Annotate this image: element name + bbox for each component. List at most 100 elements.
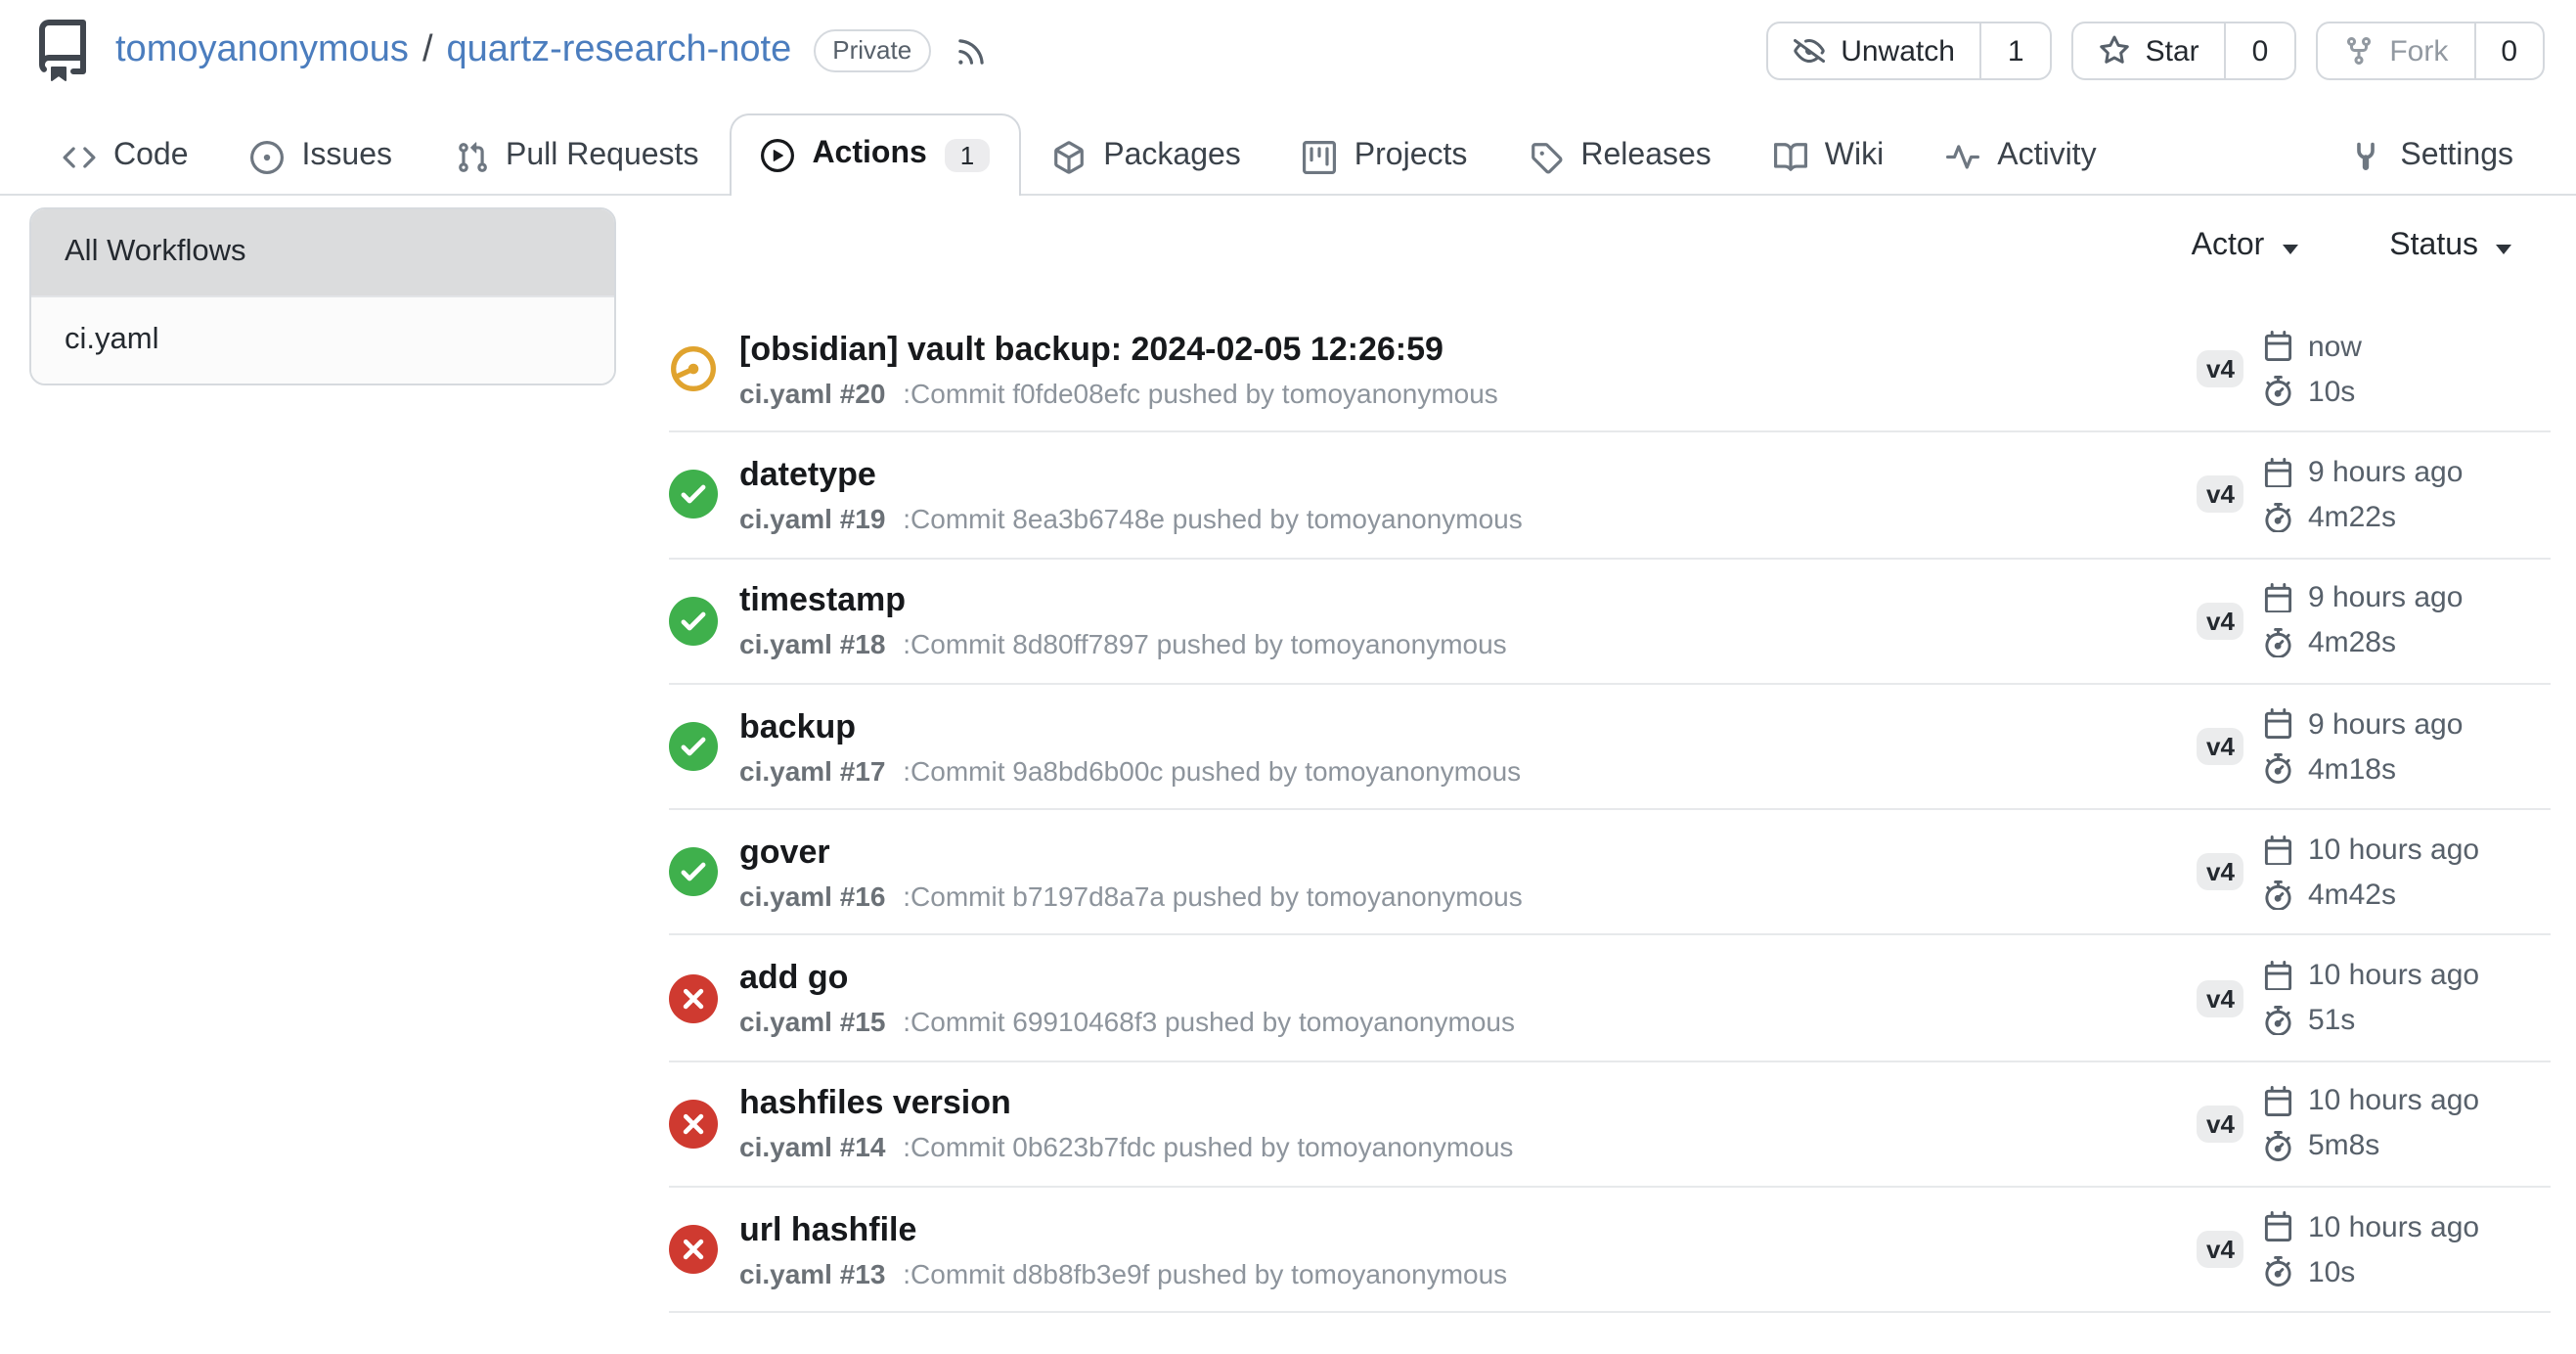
tab-pull-requests[interactable]: Pull Requests — [423, 115, 730, 196]
tab-releases[interactable]: Releases — [1498, 115, 1742, 196]
github-actions-page: tomoyanonymous / quartz-research-note Pr… — [0, 0, 2576, 1354]
run-workflow-ref[interactable]: ci.yaml #17 — [739, 754, 885, 786]
run-subtitle: ci.yaml #13 :Commit d8b8fb3e9f pushed by… — [739, 1255, 2197, 1290]
repo-action-buttons: Unwatch 1 Star 0 Fork 0 — [1766, 22, 2545, 80]
run-duration-text: 10s — [2308, 1253, 2355, 1290]
run-subtitle: ci.yaml #19 :Commit 8ea3b6748e pushed by… — [739, 501, 2197, 536]
run-title-link[interactable]: timestamp — [739, 579, 2197, 620]
run-duration-text: 51s — [2308, 1002, 2355, 1039]
run-info: [obsidian] vault backup: 2024-02-05 12:2… — [739, 328, 2197, 410]
run-status-success-icon — [669, 596, 718, 645]
star-button[interactable]: Star — [2073, 23, 2225, 78]
run-times: now 10s — [2264, 328, 2362, 410]
unwatch-count[interactable]: 1 — [1980, 23, 2050, 78]
run-title-link[interactable]: gover — [739, 832, 2197, 873]
fork-button[interactable]: Fork — [2317, 23, 2473, 78]
tab-actions[interactable]: Actions 1 — [730, 113, 1021, 196]
run-subtitle: ci.yaml #20 :Commit f0fde08efc pushed by… — [739, 375, 2197, 410]
workflow-run-row: hashfiles version ci.yaml #14 :Commit 0b… — [669, 1062, 2551, 1189]
unwatch-button[interactable]: Unwatch — [1768, 23, 1980, 78]
tab-label: Actions — [812, 137, 926, 172]
rss-feed-icon[interactable] — [955, 34, 988, 68]
run-meta: v4 9 hours ago 4m18s — [2197, 705, 2551, 788]
run-workflow-ref[interactable]: ci.yaml #13 — [739, 1257, 885, 1288]
run-commit-description: :Commit 0b623b7fdc pushed by tomoyanonym… — [903, 1132, 1513, 1163]
star-icon — [2099, 35, 2130, 67]
fork-count[interactable]: 0 — [2473, 23, 2543, 78]
repo-tab-nav: Code Issues Pull Requests Actions 1 Pack… — [0, 102, 2576, 196]
run-meta: v4 9 hours ago 4m22s — [2197, 454, 2551, 536]
run-meta: v4 9 hours ago 4m28s — [2197, 579, 2551, 661]
button-label: Star — [2146, 34, 2199, 68]
run-duration-text: 4m42s — [2308, 877, 2396, 914]
run-status-success-icon — [669, 471, 718, 519]
run-title-link[interactable]: url hashfile — [739, 1208, 2197, 1249]
run-subtitle: ci.yaml #18 :Commit 8d80ff7897 pushed by… — [739, 626, 2197, 661]
stopwatch-icon — [2264, 628, 2294, 658]
actor-filter-dropdown[interactable]: Actor — [2192, 229, 2298, 264]
run-title-link[interactable]: hashfiles version — [739, 1083, 2197, 1124]
run-workflow-ref[interactable]: ci.yaml #16 — [739, 880, 885, 912]
run-info: backup ci.yaml #17 :Commit 9a8bd6b00c pu… — [739, 705, 2197, 788]
tab-issues[interactable]: Issues — [220, 115, 424, 196]
star-count[interactable]: 0 — [2225, 23, 2294, 78]
run-start-time: 9 hours ago — [2264, 454, 2463, 491]
run-start-time: 10 hours ago — [2264, 957, 2479, 994]
repo-forked-icon — [2342, 35, 2374, 67]
tab-settings[interactable]: Settings — [2318, 115, 2545, 196]
runner-version-badge: v4 — [2197, 979, 2244, 1016]
run-time-text: 9 hours ago — [2308, 579, 2463, 616]
run-duration: 4m28s — [2264, 624, 2463, 661]
repo-header: tomoyanonymous / quartz-research-note Pr… — [0, 0, 2576, 102]
button-label: Fork — [2389, 34, 2448, 68]
workflow-run-list: [obsidian] vault backup: 2024-02-05 12:2… — [669, 307, 2551, 1354]
run-title-link[interactable]: [obsidian] vault backup: 2024-02-05 12:2… — [739, 328, 2197, 369]
tab-label: Wiki — [1825, 139, 1884, 174]
run-time-text: now — [2308, 328, 2362, 365]
run-duration-text: 4m28s — [2308, 624, 2396, 661]
run-workflow-ref[interactable]: ci.yaml #20 — [739, 377, 885, 408]
workflow-run-row: add cache again v4 10 hours ago — [669, 1314, 2551, 1354]
stopwatch-icon — [2264, 1257, 2294, 1287]
wrench-icon — [2349, 140, 2382, 173]
run-title-link[interactable]: add go — [739, 957, 2197, 998]
run-status-success-icon — [669, 722, 718, 771]
package-icon — [1052, 140, 1086, 173]
run-subtitle: ci.yaml #15 :Commit 69910468f3 pushed by… — [739, 1004, 2197, 1039]
run-workflow-ref[interactable]: ci.yaml #19 — [739, 503, 885, 534]
run-duration: 10s — [2264, 373, 2362, 410]
run-commit-description: :Commit d8b8fb3e9f pushed by tomoyanonym… — [903, 1257, 1507, 1288]
run-meta: v4 10 hours ago 51s — [2197, 957, 2551, 1039]
run-duration-text: 5m8s — [2308, 1128, 2379, 1165]
tab-projects[interactable]: Projects — [1272, 115, 1499, 196]
run-start-time: 9 hours ago — [2264, 579, 2463, 616]
run-workflow-ref[interactable]: ci.yaml #14 — [739, 1132, 885, 1163]
run-start-time: 9 hours ago — [2264, 705, 2463, 743]
run-filters: Actor Status — [669, 221, 2551, 272]
run-title-link[interactable]: backup — [739, 705, 2197, 746]
tab-code[interactable]: Code — [31, 115, 220, 196]
run-workflow-ref[interactable]: ci.yaml #15 — [739, 1006, 885, 1037]
visibility-badge: Private — [813, 29, 931, 72]
tab-wiki[interactable]: Wiki — [1743, 115, 1915, 196]
tab-activity[interactable]: Activity — [1915, 115, 2127, 196]
run-times: 10 hours ago 4m42s — [2264, 832, 2479, 914]
runner-version-badge: v4 — [2197, 602, 2244, 639]
run-commit-description: :Commit 8ea3b6748e pushed by tomoyanonym… — [903, 503, 1523, 534]
status-filter-label: Status — [2389, 229, 2478, 264]
run-status-in_progress-icon — [669, 344, 718, 393]
sidebar-item-ci-yaml[interactable]: ci.yaml — [31, 295, 614, 384]
run-workflow-ref[interactable]: ci.yaml #18 — [739, 628, 885, 659]
run-title-link[interactable]: datetype — [739, 454, 2197, 495]
tab-packages[interactable]: Packages — [1021, 115, 1272, 196]
status-filter-dropdown[interactable]: Status — [2389, 229, 2511, 264]
stopwatch-icon — [2264, 377, 2294, 407]
tab-label: Issues — [302, 139, 393, 174]
content-area: All Workflows ci.yaml Actor Status [obsi… — [0, 196, 2576, 1354]
runner-version-badge: v4 — [2197, 1106, 2244, 1143]
repo-owner-link[interactable]: tomoyanonymous — [115, 29, 409, 72]
run-start-time: 10 hours ago — [2264, 832, 2479, 869]
run-start-time: now — [2264, 328, 2362, 365]
sidebar-item-all-workflows[interactable]: All Workflows — [31, 209, 614, 295]
repo-name-link[interactable]: quartz-research-note — [447, 29, 792, 72]
